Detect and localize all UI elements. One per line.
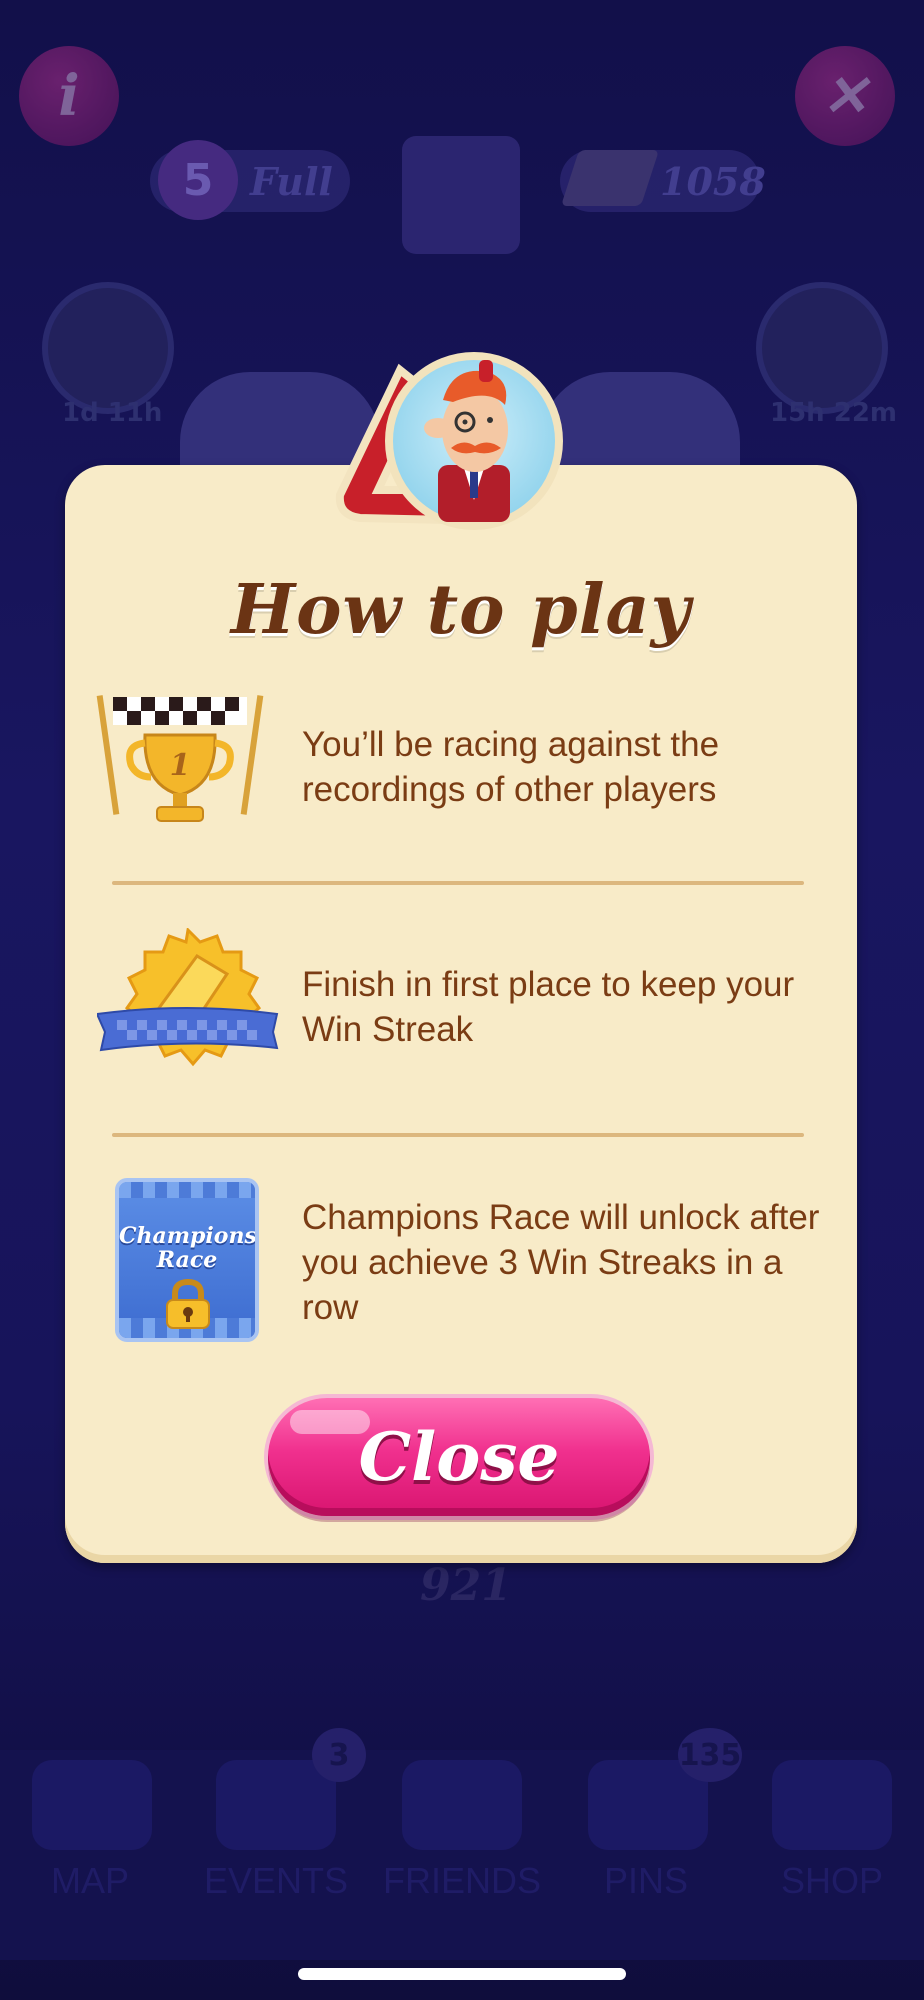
svg-text:1: 1 xyxy=(170,748,191,783)
champions-race-locked-icon: Champions Race xyxy=(115,1178,259,1342)
home-indicator[interactable] xyxy=(298,1968,626,1980)
instruction-text-1: You’ll be racing against the recordings … xyxy=(302,725,720,809)
mascot-portrait xyxy=(385,352,563,530)
mustache-man-icon xyxy=(424,360,510,522)
instruction-row-1: 1 You’ll be racing against the recording… xyxy=(65,690,857,840)
booster-icon xyxy=(402,136,520,254)
nav-friends: FRIENDS xyxy=(382,1860,541,1901)
champions-race-icon-label: Champions Race xyxy=(119,1223,257,1273)
mascot-avatar xyxy=(330,330,580,550)
events-badge: 3 xyxy=(312,1728,366,1782)
lives-status: Full xyxy=(250,158,333,204)
instruction-text-2: Finish in first place to keep your Win S… xyxy=(302,965,795,1049)
heart-icon: 5 xyxy=(158,140,238,220)
friends-icon xyxy=(402,1760,522,1850)
dialog-title: How to play xyxy=(230,570,692,650)
nav-pins: PINS xyxy=(603,1860,689,1901)
left-event-icon xyxy=(42,282,174,414)
map-icon xyxy=(32,1760,152,1850)
divider-2 xyxy=(112,1133,804,1137)
gold-count: 1058 xyxy=(660,158,766,204)
left-event-timer: 1d 11h xyxy=(62,398,163,428)
gold-bar-badge-icon xyxy=(95,926,279,1082)
pins-badge: 135 xyxy=(678,1728,742,1782)
nav-shop: SHOP xyxy=(780,1860,884,1901)
trophy-icon: 1 xyxy=(95,695,265,834)
instruction-row-3: Champions Race Champions Race will unloc… xyxy=(65,1175,857,1350)
exit-button: ✕ xyxy=(795,46,895,146)
close-button[interactable]: Close xyxy=(268,1398,650,1516)
close-button-label: Close xyxy=(358,1418,560,1496)
shop-icon xyxy=(772,1760,892,1850)
level-number: 921 xyxy=(420,1560,512,1611)
right-event-icon xyxy=(756,282,888,414)
divider-1 xyxy=(112,881,804,885)
lives-count: 5 xyxy=(182,154,214,206)
lock-icon xyxy=(166,1278,210,1329)
events-icon xyxy=(216,1760,336,1850)
instruction-row-2: Finish in first place to keep your Win S… xyxy=(65,920,857,1080)
nav-map: MAP xyxy=(50,1860,129,1901)
button-shine xyxy=(290,1410,370,1434)
info-button: i xyxy=(19,46,119,146)
instruction-text-3: Champions Race will unlock after you ach… xyxy=(302,1198,820,1327)
right-event-timer: 15h 22m xyxy=(770,398,898,428)
nav-events: EVENTS xyxy=(203,1860,349,1901)
